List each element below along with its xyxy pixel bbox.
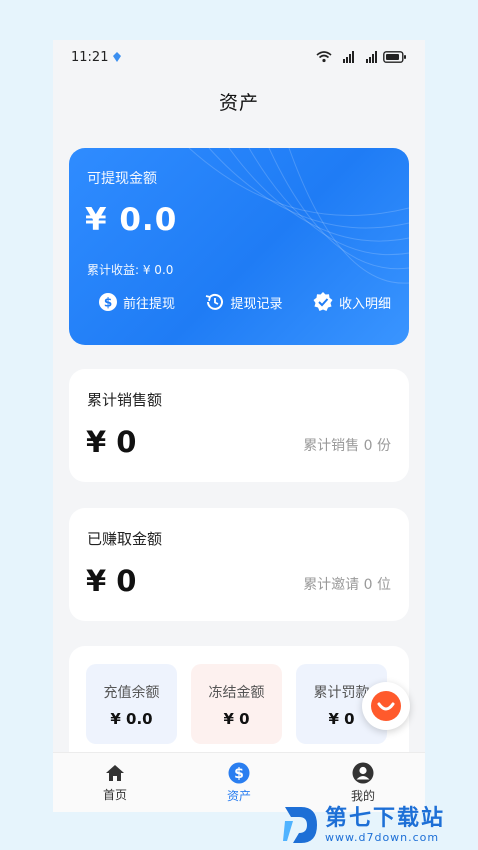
earned-amount-value: ¥ 0 — [86, 564, 137, 598]
watermark-title: 第七下载站 — [325, 805, 446, 831]
chat-smile-icon — [371, 691, 401, 721]
withdrawable-label: 可提现金额 — [87, 171, 157, 187]
income-details-button[interactable]: 收入明细 — [313, 292, 391, 312]
withdraw-history-button[interactable]: 提现记录 — [205, 293, 283, 312]
page-title: 资产 — [218, 92, 259, 114]
status-bar: 11:21 — [53, 40, 425, 74]
signal-icon — [343, 51, 354, 63]
battery-icon — [383, 51, 406, 63]
verified-check-icon — [313, 292, 333, 311]
total-invites-count: 累计邀请 0 位 — [303, 577, 391, 593]
withdraw-history-label: 提现记录 — [230, 296, 283, 312]
site-watermark: 第七下载站 www.d7down.com — [283, 800, 478, 850]
phone-screen: 11:21 资产 可提现金额 ¥ 0.0 累计收益: ¥ 0.0 $ 前往提现 … — [53, 40, 425, 812]
frozen-amount-tile[interactable]: 冻结金额 ¥ 0 — [191, 664, 282, 744]
income-details-label: 收入明细 — [338, 296, 391, 312]
customer-service-button[interactable] — [362, 682, 410, 730]
home-icon — [106, 764, 124, 781]
wifi-icon — [316, 51, 332, 63]
status-time: 11:21 — [71, 49, 109, 65]
svg-text:$: $ — [234, 766, 244, 782]
withdrawable-balance-card: 可提现金额 ¥ 0.0 累计收益: ¥ 0.0 $ 前往提现 提现记录 收入明细 — [69, 148, 409, 345]
recharge-balance-tile[interactable]: 充值余额 ¥ 0.0 — [86, 664, 177, 744]
total-sold-count: 累计销售 0 份 — [303, 438, 391, 454]
earned-amount-title: 已赚取金额 — [87, 530, 163, 548]
total-sales-amount: ¥ 0 — [86, 425, 137, 459]
total-sales-card: 累计销售额 ¥ 0 累计销售 0 份 — [69, 369, 409, 482]
watermark-url: www.d7down.com — [325, 830, 440, 844]
tab-profile[interactable]: 我的 — [313, 762, 413, 804]
user-icon — [352, 762, 374, 783]
tab-home[interactable]: 首页 — [65, 763, 165, 803]
location-icon — [113, 52, 122, 62]
frozen-amount-label: 冻结金额 — [208, 685, 265, 701]
go-withdraw-label: 前往提现 — [123, 296, 176, 312]
recharge-balance-label: 充值余额 — [103, 685, 160, 701]
tab-assets-label: 资产 — [226, 788, 251, 803]
go-withdraw-button[interactable]: $ 前往提现 — [99, 293, 175, 312]
d7-logo-icon — [283, 807, 317, 843]
tab-home-label: 首页 — [102, 787, 127, 802]
total-earnings: 累计收益: ¥ 0.0 — [87, 263, 174, 277]
frozen-amount-value: ¥ 0 — [223, 710, 250, 728]
history-icon — [206, 293, 224, 310]
signal-icon — [366, 51, 377, 63]
recharge-balance-value: ¥ 0.0 — [110, 710, 153, 728]
tab-assets[interactable]: $ 资产 — [189, 762, 289, 804]
dollar-circle-icon: $ — [99, 293, 117, 311]
svg-text:$: $ — [104, 296, 112, 310]
total-sales-title: 累计销售额 — [87, 391, 163, 409]
dollar-circle-icon: $ — [228, 762, 250, 783]
earned-amount-card: 已赚取金额 ¥ 0 累计邀请 0 位 — [69, 508, 409, 621]
withdrawable-amount: ¥ 0.0 — [85, 202, 178, 238]
